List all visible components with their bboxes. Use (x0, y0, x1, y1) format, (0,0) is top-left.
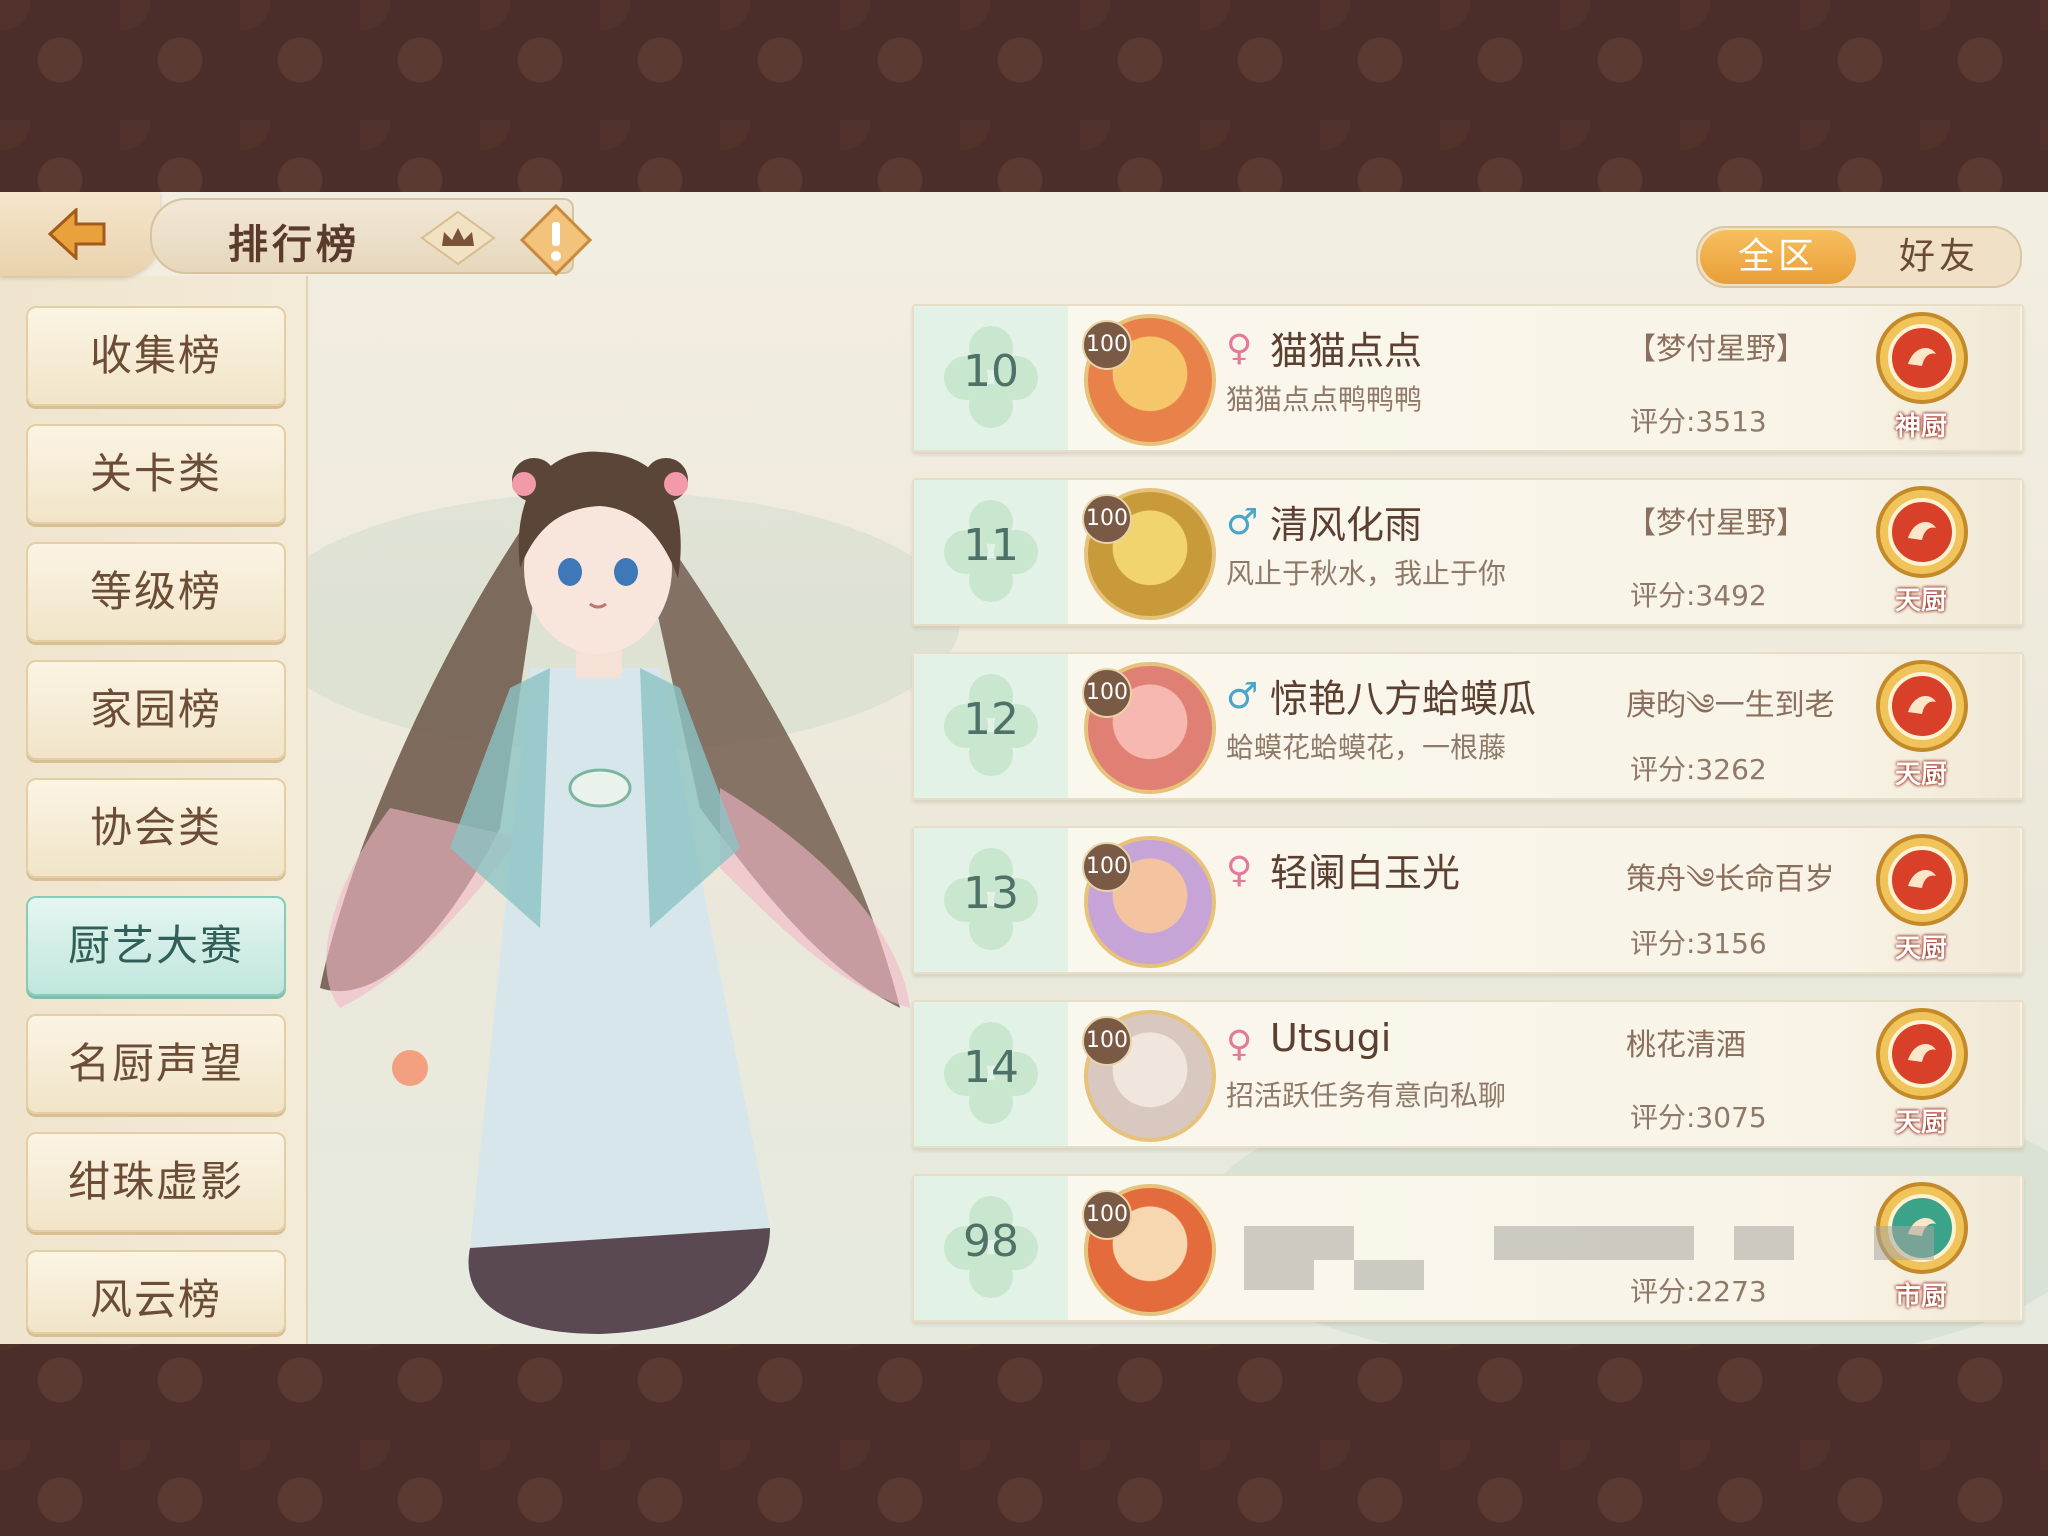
rank-cell: 14 (914, 1002, 1068, 1146)
censor-block (1354, 1260, 1424, 1290)
chef-rank-badge-icon (1876, 1008, 1968, 1100)
sidebar-item-level[interactable]: 等级榜 (26, 542, 286, 642)
player-motto: 风止于秋水，我止于你 (1226, 557, 1507, 590)
censor-block (1244, 1260, 1314, 1290)
level-badge: 100 (1082, 320, 1132, 370)
chef-rank-badge-icon (1876, 834, 1968, 926)
rank-cell: 13 (914, 828, 1068, 972)
guild-name: 【梦付星野】 (1626, 506, 1806, 541)
score-text: 评分:3513 (1630, 405, 1767, 438)
category-sidebar: 收集榜 关卡类 等级榜 家园榜 协会类 厨艺大赛 名厨声望 绀珠虚影 风云榜 (0, 276, 308, 1344)
back-button[interactable] (0, 192, 160, 276)
ranking-row[interactable]: 98 100 评分:2273 市厨 (912, 1174, 2024, 1322)
chef-rank-label: 天厨 (1894, 586, 1947, 616)
censor-block (1494, 1226, 1614, 1260)
sidebar-item-cooking-contest[interactable]: 厨艺大赛 (26, 896, 286, 996)
scope-toggle: 全区 好友 (1696, 226, 2022, 288)
censor-block (1874, 1226, 1934, 1260)
censor-block (1734, 1226, 1794, 1260)
sidebar-item-fengyun[interactable]: 风云榜 (26, 1250, 286, 1334)
ranking-row[interactable]: 12 100 ♂ 惊艳八方蛤蟆瓜 蛤蟆花蛤蟆花，一根藤 庚昀༄一生到老 评分:3… (912, 652, 2024, 800)
rank-number: 10 (963, 346, 1019, 397)
level-badge: 100 (1082, 1190, 1132, 1240)
rank-cell: 11 (914, 480, 1068, 624)
sidebar-item-collection[interactable]: 收集榜 (26, 306, 286, 406)
score-text: 评分:3492 (1630, 579, 1767, 612)
chef-rank-badge-icon (1876, 660, 1968, 752)
ranking-row[interactable]: 11 100 ♂ 清风化雨 风止于秋水，我止于你 【梦付星野】 评分:3492 … (912, 478, 2024, 626)
censor-block (1244, 1226, 1314, 1260)
guild-name: 【梦付星野】 (1626, 332, 1806, 367)
score-text: 评分:3156 (1630, 927, 1767, 960)
back-arrow-icon (47, 208, 106, 260)
exclamation-icon (552, 222, 560, 246)
score-text: 评分:2273 (1630, 1275, 1767, 1308)
rank-cell: 10 (914, 306, 1068, 450)
player-name: 惊艳八方蛤蟆瓜 (1270, 677, 1537, 721)
character-illustration (320, 451, 910, 1334)
guild-name: 桃花清酒 (1626, 1028, 1746, 1063)
level-badge: 100 (1082, 842, 1132, 892)
rank-number: 14 (963, 1042, 1019, 1093)
gender-icon: ♀ (1226, 328, 1253, 369)
ranking-row[interactable]: 10 100 ♀ 猫猫点点 猫猫点点鸭鸭鸭 【梦付星野】 评分:3513 神厨 (912, 304, 2024, 452)
chef-rank-label: 天厨 (1894, 934, 1947, 964)
sidebar-item-stages[interactable]: 关卡类 (26, 424, 286, 524)
rank-number: 13 (963, 868, 1019, 919)
chef-rank-label: 天厨 (1894, 1108, 1947, 1138)
page-title: 排行榜 (228, 222, 360, 268)
rank-number: 11 (963, 520, 1019, 571)
score-text: 评分:3262 (1630, 753, 1767, 786)
level-badge: 100 (1082, 668, 1132, 718)
player-name: 清风化雨 (1270, 503, 1423, 547)
censor-block (1614, 1226, 1694, 1260)
sidebar-item-home[interactable]: 家园榜 (26, 660, 286, 760)
rank-cell: 12 (914, 654, 1068, 798)
ranking-row[interactable]: 13 100 ♀ 轻阑白玉光 策舟༄长命百岁 评分:3156 天厨 (912, 826, 2024, 974)
player-name: 轻阑白玉光 (1270, 851, 1461, 895)
rank-number: 12 (963, 694, 1019, 745)
gender-icon: ♂ (1226, 502, 1259, 543)
censor-block (1314, 1226, 1354, 1260)
tab-all-server[interactable]: 全区 (1700, 230, 1856, 284)
gender-icon: ♂ (1226, 676, 1259, 717)
tab-friends[interactable]: 好友 (1864, 230, 2014, 284)
rank-number: 98 (963, 1216, 1019, 1267)
player-motto: 蛤蟆花蛤蟆花，一根藤 (1226, 731, 1507, 764)
sidebar-item-guild[interactable]: 协会类 (26, 778, 286, 878)
rank-cell: 98 (914, 1176, 1068, 1320)
chef-rank-badge-icon (1876, 486, 1968, 578)
sidebar-item-phantom[interactable]: 绀珠虚影 (26, 1132, 286, 1232)
score-text: 评分:3075 (1630, 1101, 1767, 1134)
player-motto: 猫猫点点鸭鸭鸭 (1226, 383, 1423, 416)
player-name: Utsugi (1270, 1016, 1392, 1060)
sidebar-item-chef-reputation[interactable]: 名厨声望 (26, 1014, 286, 1114)
chef-rank-label: 神厨 (1894, 412, 1947, 442)
guild-name: 庚昀༄一生到老 (1626, 688, 1835, 723)
crown-button[interactable] (420, 210, 496, 266)
chef-rank-label: 天厨 (1894, 760, 1947, 790)
gender-icon: ♀ (1226, 1024, 1253, 1065)
guild-name: 策舟༄长命百岁 (1626, 862, 1835, 897)
title-plate (150, 198, 574, 274)
player-motto: 招活跃任务有意向私聊 (1226, 1079, 1507, 1112)
gender-icon: ♀ (1226, 850, 1253, 891)
info-button[interactable] (520, 204, 592, 276)
chef-rank-label: 市厨 (1894, 1282, 1947, 1312)
game-screen: 收集榜 关卡类 等级榜 家园榜 协会类 厨艺大赛 名厨声望 绀珠虚影 风云榜 排… (0, 192, 2048, 1344)
player-name: 猫猫点点 (1270, 329, 1423, 373)
ranking-row[interactable]: 14 100 ♀ Utsugi 招活跃任务有意向私聊 桃花清酒 评分:3075 … (912, 1000, 2024, 1148)
level-badge: 100 (1082, 494, 1132, 544)
chef-rank-badge-icon (1876, 312, 1968, 404)
level-badge: 100 (1082, 1016, 1132, 1066)
